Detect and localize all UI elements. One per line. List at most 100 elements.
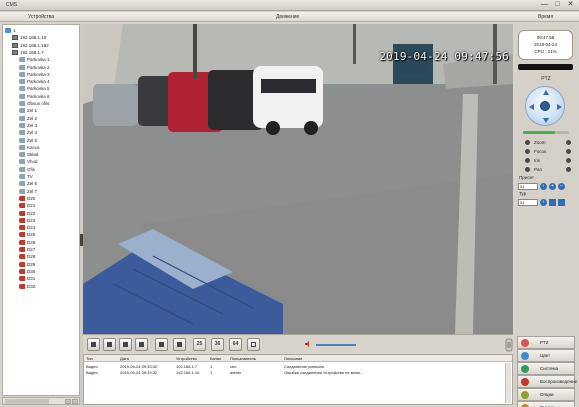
- tree-item[interactable]: Parkovka 5: [19, 85, 50, 92]
- menu-item[interactable]: Воспроизведение: [517, 375, 577, 388]
- scroll-right-button[interactable]: ›: [72, 399, 78, 404]
- iris-minus-button[interactable]: [525, 158, 530, 163]
- tree-item[interactable]: 1: [5, 27, 16, 34]
- tour-select[interactable]: 01: [518, 198, 538, 206]
- tree-item[interactable]: D26: [19, 239, 35, 246]
- tree-item[interactable]: Sklad: [19, 151, 38, 158]
- preset-remove-button[interactable]: −: [558, 182, 565, 190]
- preset-select[interactable]: 01: [518, 182, 538, 190]
- tree-item[interactable]: Zel 1: [19, 107, 37, 114]
- scroll-left-button[interactable]: ‹: [65, 399, 71, 404]
- tree-item[interactable]: Parkovka 3: [19, 71, 50, 78]
- log-column-header[interactable]: Устройство: [176, 356, 197, 361]
- tree-item[interactable]: Parkovka 4: [19, 78, 50, 85]
- volume-slider[interactable]: [316, 344, 356, 346]
- minimize-button[interactable]: —: [540, 1, 549, 9]
- ptz-joystick[interactable]: [525, 86, 565, 126]
- event-log-table[interactable]: Тип Дата Устройство Канал Пользователь Описан…: [83, 354, 513, 405]
- focus-minus-button[interactable]: [525, 149, 530, 154]
- iris-plus-button[interactable]: [566, 158, 571, 163]
- tree-item[interactable]: D30: [19, 268, 35, 275]
- tree-item[interactable]: D23: [19, 217, 35, 224]
- ptz-right-icon[interactable]: [557, 104, 562, 110]
- tree-item[interactable]: D29: [19, 261, 35, 268]
- layout-button[interactable]: 64: [229, 338, 242, 351]
- tree-item[interactable]: D31: [19, 275, 35, 282]
- tree-item[interactable]: D32: [19, 283, 35, 290]
- tree-item[interactable]: Ofis: [19, 166, 35, 173]
- tree-item[interactable]: 192.168.1.10: [12, 34, 46, 41]
- tree-item[interactable]: Zel 5: [19, 137, 37, 144]
- ptz-speed-slider[interactable]: [523, 131, 569, 134]
- layout-button[interactable]: [173, 338, 186, 351]
- tour-grid-button[interactable]: [558, 198, 565, 206]
- tree-item[interactable]: Obsus ofiis: [19, 100, 49, 107]
- tour-stop-button[interactable]: [549, 198, 556, 206]
- tree-item[interactable]: Zel 6: [19, 180, 37, 187]
- menu-item[interactable]: Опции: [517, 388, 575, 401]
- menu-item[interactable]: PTZ: [517, 336, 575, 349]
- tree-item[interactable]: Kacca: [19, 144, 40, 151]
- layout-button[interactable]: [155, 338, 168, 351]
- video-view[interactable]: 2019-04-24 09:47:56: [83, 24, 513, 334]
- tree-item-label: Obsus ofiis: [27, 101, 50, 106]
- tree-item[interactable]: Parkovka 1: [19, 56, 50, 63]
- tree-item[interactable]: Zel 3: [19, 122, 37, 129]
- preset-goto-button[interactable]: ›: [540, 182, 547, 190]
- layout-button[interactable]: [135, 338, 148, 351]
- tree-item[interactable]: Vhod: [19, 158, 38, 165]
- layout-button[interactable]: 25: [193, 338, 206, 351]
- maximize-button[interactable]: □: [553, 1, 562, 9]
- log-scrollbar[interactable]: [505, 363, 511, 403]
- tree-item[interactable]: D25: [19, 231, 35, 238]
- tree-item[interactable]: Parkovka 2: [19, 64, 50, 71]
- pan-minus-button[interactable]: [525, 167, 530, 172]
- dvr-icon: [12, 42, 18, 48]
- log-column-header[interactable]: Описание: [284, 356, 302, 361]
- device-tree[interactable]: 1 192.168.1.10 192.168.1.182 192.168.1.7 Par…: [2, 24, 80, 396]
- tree-item[interactable]: D28: [19, 253, 35, 260]
- focus-plus-button[interactable]: [566, 149, 571, 154]
- preset-add-button[interactable]: +: [549, 182, 556, 190]
- tree-item[interactable]: D20: [19, 195, 35, 202]
- layout-button[interactable]: [119, 338, 132, 351]
- ptz-center-button[interactable]: [540, 101, 550, 111]
- tour-play-button[interactable]: ›: [540, 198, 547, 206]
- ptz-down-icon[interactable]: [543, 118, 549, 123]
- tree-item[interactable]: Parkovka 6: [19, 93, 50, 100]
- ptz-left-icon[interactable]: [529, 104, 534, 110]
- tree-item[interactable]: 192.168.1.182: [12, 42, 49, 49]
- log-column-header[interactable]: Канал: [210, 356, 221, 361]
- log-column-header[interactable]: Дата: [120, 356, 129, 361]
- tree-item[interactable]: Zel 4: [19, 129, 37, 136]
- splitter-grip-icon[interactable]: [505, 338, 513, 352]
- layout-button[interactable]: [103, 338, 116, 351]
- zoom-plus-button[interactable]: [566, 140, 571, 145]
- zoom-minus-button[interactable]: [525, 140, 530, 145]
- menu-item[interactable]: Цвет: [517, 349, 575, 362]
- layout-button[interactable]: [87, 338, 100, 351]
- tree-item[interactable]: Zel 7: [19, 188, 37, 195]
- menu-item-icon: [521, 365, 529, 373]
- log-column-header[interactable]: Пользователь: [230, 356, 256, 361]
- log-column-header[interactable]: Тип: [86, 356, 93, 361]
- layout-button[interactable]: [247, 338, 260, 351]
- layout-button[interactable]: 36: [211, 338, 224, 351]
- tree-item[interactable]: D21: [19, 202, 35, 209]
- volume-icon[interactable]: [304, 340, 312, 348]
- tree-item[interactable]: D27: [19, 246, 35, 253]
- scrollbar-thumb[interactable]: [5, 399, 49, 404]
- tree-item[interactable]: TV: [19, 173, 33, 180]
- tree-horizontal-scrollbar[interactable]: ‹ ›: [2, 397, 80, 405]
- tree-item[interactable]: D24: [19, 224, 35, 231]
- ptz-up-icon[interactable]: [543, 90, 549, 95]
- menu-item[interactable]: Система: [517, 362, 575, 375]
- log-row[interactable]: Видео 2019-04-24 09:33:32 192.168.1.10 1 adm…: [84, 369, 512, 375]
- menu-item[interactable]: Выход: [517, 401, 575, 407]
- close-button[interactable]: ✕: [566, 1, 575, 9]
- tree-item[interactable]: 192.168.1.7: [12, 49, 44, 56]
- tree-item[interactable]: D22: [19, 210, 35, 217]
- status-bar: [518, 64, 573, 70]
- tree-item[interactable]: Zel 2: [19, 115, 37, 122]
- pan-plus-button[interactable]: [566, 167, 571, 172]
